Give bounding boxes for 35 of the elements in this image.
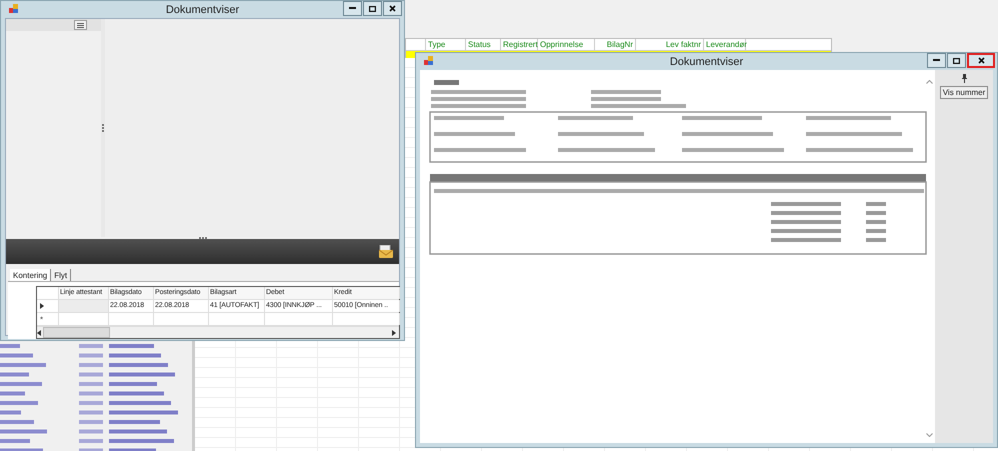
- column-header: Lev faktnr: [636, 39, 704, 50]
- column-header: BilagNr: [595, 39, 636, 50]
- column-header: Registrert: [501, 39, 538, 50]
- column-header: Opprinnelse: [538, 39, 595, 50]
- horizontal-scrollbar[interactable]: [37, 326, 399, 338]
- window-title: Dokumentviser: [164, 4, 240, 16]
- menu-button[interactable]: [74, 20, 87, 30]
- window-title: Dokumentviser: [668, 56, 744, 68]
- close-icon: [389, 5, 396, 12]
- new-row-marker: *: [40, 314, 44, 324]
- minimize-button[interactable]: [927, 53, 946, 68]
- maximize-icon: [369, 6, 376, 12]
- minimize-button[interactable]: [343, 1, 362, 16]
- close-icon: [978, 57, 984, 64]
- minimize-icon: [933, 59, 940, 62]
- scroll-right-icon: [392, 330, 396, 336]
- scroll-left-icon: [37, 330, 41, 336]
- maximize-button[interactable]: [947, 53, 966, 68]
- column-header: Leverandør: [704, 39, 746, 50]
- app-icon: [9, 4, 19, 14]
- close-button[interactable]: [383, 1, 402, 16]
- close-button[interactable]: [967, 53, 995, 68]
- envelope-icon[interactable]: [379, 245, 393, 258]
- app-icon: [424, 56, 434, 66]
- scroll-up-icon[interactable]: [926, 80, 933, 84]
- minimize-icon: [349, 7, 356, 10]
- tab[interactable]: Kontering: [10, 269, 52, 281]
- maximize-icon: [953, 58, 960, 64]
- column-header: Type: [426, 39, 466, 50]
- column-header: Status: [466, 39, 501, 50]
- show-number-button[interactable]: Vis nummer: [940, 86, 988, 99]
- menu-icon: [77, 22, 84, 28]
- maximize-button[interactable]: [363, 1, 382, 16]
- scroll-down-icon[interactable]: [926, 433, 933, 437]
- pin-icon[interactable]: [962, 74, 966, 83]
